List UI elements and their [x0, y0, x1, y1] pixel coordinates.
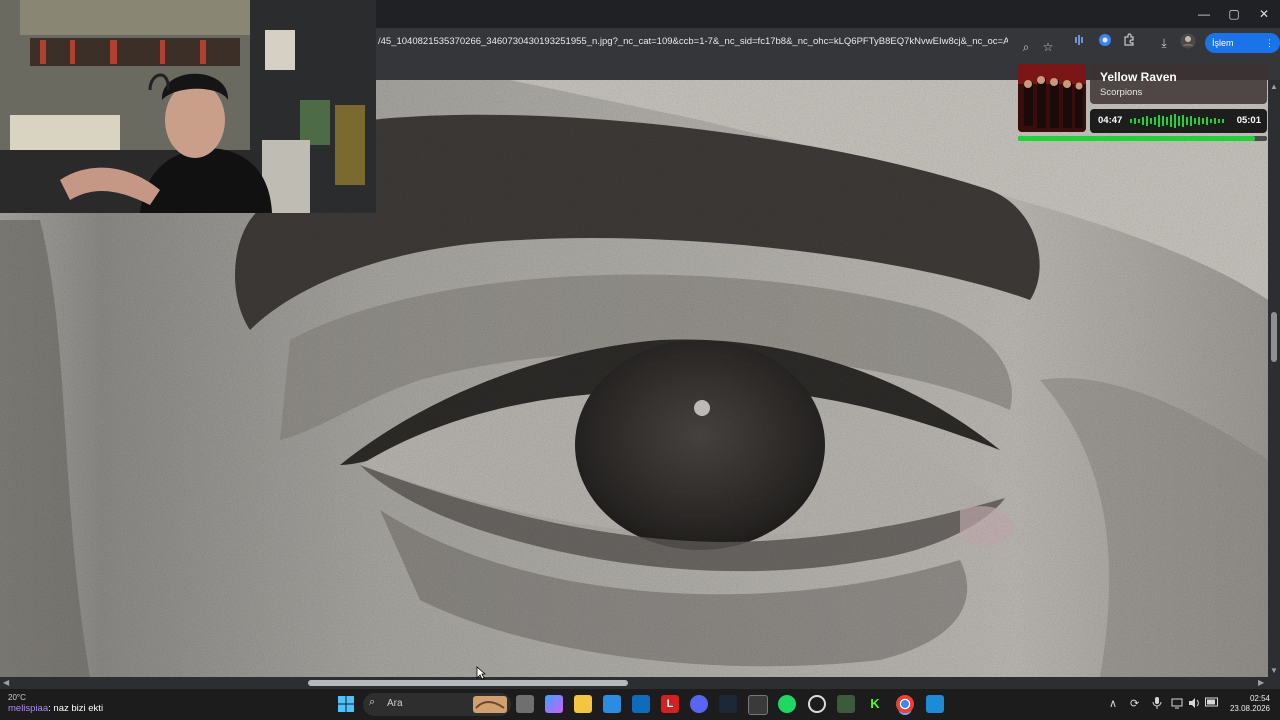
- extensions-puzzle-icon[interactable]: [1119, 33, 1139, 53]
- app-wing-icon[interactable]: [926, 695, 944, 713]
- discord-icon[interactable]: [690, 695, 708, 713]
- track-duration: 05:01: [1236, 115, 1261, 126]
- kick-icon[interactable]: K: [866, 695, 884, 713]
- spotify-icon[interactable]: [778, 695, 796, 713]
- chat-message: : naz bizi ekti: [48, 703, 104, 714]
- maximize-button[interactable]: ▢: [1218, 0, 1250, 28]
- obs-icon[interactable]: [748, 695, 768, 715]
- vertical-scrollbar[interactable]: ▲ ▼: [1268, 80, 1280, 677]
- track-time-panel: 04:47 05:01: [1090, 109, 1267, 133]
- now-playing-widget: Yellow Raven Scorpions 04:47 05:01: [1018, 64, 1267, 144]
- search-label: Ara: [387, 698, 403, 709]
- microphone-icon[interactable]: [1152, 697, 1162, 712]
- bookmark-star-icon[interactable]: ☆: [1038, 37, 1058, 57]
- chrome-icon[interactable]: [896, 695, 914, 713]
- clock-date: 23.08.2026: [1229, 704, 1270, 713]
- windows-taskbar: 20°C melispiaa: naz bizi ekti ⌕ Ara L K …: [0, 689, 1280, 720]
- elapsed-time: 04:47: [1098, 115, 1123, 126]
- menu-dots-icon[interactable]: ⋮: [1265, 33, 1274, 53]
- system-clock[interactable]: 02:54 23.08.2026: [1226, 694, 1270, 714]
- file-explorer-icon[interactable]: [574, 695, 592, 713]
- sync-icon[interactable]: ⟳: [1130, 697, 1139, 710]
- update-required-button[interactable]: İşlem gerekli ⋮: [1205, 33, 1280, 68]
- chatgpt-icon[interactable]: [808, 695, 826, 713]
- scroll-up-arrow-icon[interactable]: ▲: [1270, 82, 1278, 91]
- zoom-icon[interactable]: ⌕: [1016, 37, 1036, 57]
- task-view-icon[interactable]: [516, 695, 534, 713]
- webcam-overlay: [0, 0, 376, 213]
- track-artist: Scorpions: [1100, 87, 1143, 98]
- track-title: Yellow Raven: [1100, 70, 1177, 84]
- clock-time: 02:54: [1249, 694, 1270, 703]
- extension-blue-icon[interactable]: [1095, 33, 1115, 53]
- store-icon[interactable]: [603, 695, 621, 713]
- chat-overlay-line: melispiaa: naz bizi ekti: [8, 703, 103, 714]
- audio-waveform-icon: [1130, 114, 1224, 128]
- network-icon[interactable]: [1171, 697, 1183, 712]
- battery-icon[interactable]: [1205, 697, 1219, 710]
- weather-temp[interactable]: 20°C: [8, 693, 26, 702]
- outlook-icon[interactable]: [632, 695, 650, 713]
- game-icon[interactable]: [837, 695, 855, 713]
- url-text[interactable]: /45_1040821535370266_3460730430193251955…: [378, 36, 1008, 47]
- steam-icon[interactable]: [719, 695, 737, 713]
- webcam-feed-image: [0, 0, 376, 213]
- minimize-button[interactable]: —: [1188, 0, 1220, 28]
- scroll-left-arrow-icon[interactable]: ◀: [3, 678, 9, 687]
- app-l-icon[interactable]: L: [661, 695, 679, 713]
- horizontal-scrollbar[interactable]: ◀ ▶: [0, 677, 1280, 689]
- search-highlight-icon: [473, 696, 507, 713]
- address-bar[interactable]: /45_1040821535370266_3460730430193251955…: [372, 32, 1058, 54]
- read-aloud-icon[interactable]: [1070, 33, 1090, 53]
- search-icon: ⌕: [369, 696, 376, 708]
- profile-avatar-icon[interactable]: [1178, 33, 1198, 53]
- volume-icon[interactable]: [1188, 697, 1200, 712]
- taskbar-search[interactable]: ⌕ Ara: [363, 693, 511, 716]
- scroll-right-arrow-icon[interactable]: ▶: [1258, 678, 1264, 687]
- download-icon[interactable]: ⤓: [1154, 33, 1174, 53]
- track-progress-bar: [1018, 136, 1267, 141]
- chat-username: melispiaa: [8, 703, 49, 714]
- track-info-card: Yellow Raven Scorpions: [1090, 64, 1267, 104]
- horizontal-scroll-thumb[interactable]: [308, 680, 628, 686]
- vertical-scroll-thumb[interactable]: [1271, 312, 1277, 362]
- copilot-icon[interactable]: [545, 695, 563, 713]
- track-progress-fill: [1018, 136, 1255, 141]
- close-button[interactable]: ✕: [1248, 0, 1280, 28]
- tray-chevron-icon[interactable]: ∧: [1109, 697, 1117, 710]
- scroll-down-arrow-icon[interactable]: ▼: [1270, 666, 1278, 675]
- start-icon[interactable]: [337, 695, 355, 713]
- album-cover-image: [1018, 64, 1086, 132]
- mouse-cursor-icon: [476, 666, 486, 680]
